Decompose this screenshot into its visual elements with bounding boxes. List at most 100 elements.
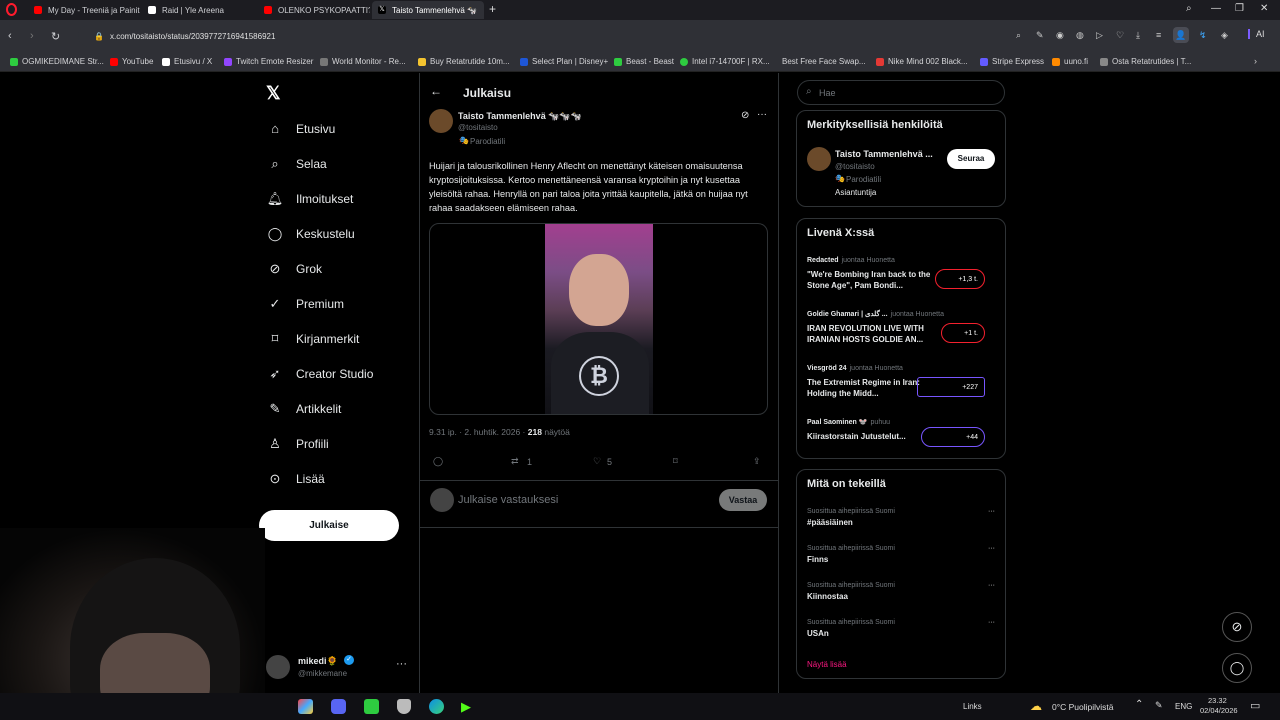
trend-item[interactable]: Suosittua aihepiirissä Suomi USAn ··· [807, 619, 995, 638]
bookmark[interactable]: Osta Retatrutides | T... [1100, 57, 1191, 66]
post-more-icon[interactable]: ··· [757, 109, 767, 120]
author-name[interactable]: Taisto Tammenlehvä 🐄🐄🐄 [458, 111, 582, 122]
shield-icon[interactable] [397, 699, 411, 714]
live-space-item[interactable]: Paal Saominen 🐭 puhuu Kiirastorstain Jut… [807, 415, 995, 455]
bookmark[interactable]: Twitch Emote Resizer [224, 57, 313, 66]
trend-item[interactable]: Suosittua aihepiirissä Suomi Kiinnostaa … [807, 582, 995, 601]
edge-icon[interactable] [429, 699, 444, 714]
download-icon[interactable]: ⤓ [1136, 30, 1140, 41]
new-tab-icon[interactable]: + [489, 2, 496, 16]
ai-icon[interactable]: AI [1248, 29, 1265, 39]
messages-float-icon[interactable]: ◯ [1222, 653, 1252, 683]
browser-tab[interactable]: OLENKO PSYKOPAATTI? f... [258, 1, 370, 19]
bookmark[interactable]: OGMIKEDIMANE Str... [10, 57, 104, 66]
x-logo-icon[interactable]: 𝕏 [266, 83, 281, 104]
discord-icon[interactable] [331, 699, 346, 714]
bookmark[interactable]: Select Plan | Disney+ [520, 57, 608, 66]
tray-chevron-icon[interactable]: ⌃ [1135, 699, 1143, 710]
sidebar-item-bookmarks[interactable]: ⌑ Kirjanmerkit [266, 331, 360, 347]
reload-icon[interactable]: ↻ [51, 30, 60, 43]
more-bookmarks-icon[interactable]: › [1254, 56, 1257, 66]
sidebar-item-messages[interactable]: ◯ Keskustelu [266, 226, 355, 242]
back-arrow-icon[interactable]: ← [430, 84, 442, 98]
sidebar-item-creator-studio[interactable]: ➶ Creator Studio [266, 366, 374, 382]
more-options-icon[interactable]: ··· [396, 658, 407, 670]
person-handle[interactable]: @tositaisto [835, 162, 875, 171]
play-icon[interactable]: ▷ [1096, 30, 1103, 41]
vpn-icon[interactable]: ◍ [1076, 30, 1084, 41]
trend-more-icon[interactable]: ··· [988, 582, 995, 589]
notification-icon[interactable]: ▭ [1250, 699, 1260, 712]
app-icon[interactable] [298, 699, 313, 714]
sidebar-item-profile[interactable]: ♙ Profiili [266, 436, 329, 452]
sidebar-item-grok[interactable]: ⊘ Grok [266, 261, 322, 277]
bookmark-icon[interactable]: ⌑ [673, 456, 678, 467]
repost-icon[interactable]: ⇄ [511, 456, 519, 467]
kick-icon[interactable]: ▶ [461, 699, 471, 715]
weather-text[interactable]: 0°C Puolipilvistä [1052, 702, 1114, 712]
sidebar-item-notifications[interactable]: 🔔︎ Ilmoitukset [266, 191, 354, 207]
bookmark[interactable]: YouTube [110, 57, 153, 66]
trend-more-icon[interactable]: ··· [988, 619, 995, 626]
profile-icon[interactable]: 👤 [1173, 27, 1189, 43]
post-video[interactable]: ₿ [545, 224, 653, 414]
close-window-icon[interactable]: ✕ [1260, 3, 1268, 14]
reply-input[interactable]: Julkaise vastauksesi [458, 494, 558, 506]
pen-icon[interactable]: ✎ [1155, 700, 1163, 711]
sidebar-item-articles[interactable]: ✎ Artikkelit [266, 401, 342, 417]
trend-more-icon[interactable]: ··· [988, 545, 995, 552]
menu-icon[interactable]: ≡ [1156, 30, 1161, 40]
share-icon[interactable]: ⇪ [753, 456, 761, 467]
trend-item[interactable]: Suosittua aihepiirissä Suomi Finns ··· [807, 545, 995, 564]
maximize-icon[interactable]: ❐ [1235, 3, 1244, 14]
grok-explain-icon[interactable]: ⊘ [741, 110, 749, 121]
sidebar-item-premium[interactable]: ✓ Premium [266, 296, 344, 312]
like-icon[interactable]: ♡ [593, 456, 601, 467]
bookmark[interactable]: Etusivu / X [162, 57, 212, 66]
author-avatar[interactable] [429, 109, 453, 133]
reply-icon[interactable]: ◯ [433, 456, 443, 467]
bookmark[interactable]: Stripe Express [980, 57, 1044, 66]
language-indicator[interactable]: ENG [1175, 702, 1192, 711]
snapshot-icon[interactable]: ◉ [1056, 30, 1064, 41]
search-bar[interactable]: ⌕ Hae [797, 80, 1005, 105]
bookmark[interactable]: Intel i7-14700F | RX... [680, 57, 770, 66]
minimize-icon[interactable]: — [1211, 3, 1221, 14]
links-toolbar[interactable]: Links [963, 702, 982, 711]
close-tab-icon[interactable]: ✕ [477, 6, 484, 15]
bookmark[interactable]: Nike Mind 002 Black... [876, 57, 968, 66]
browser-tab[interactable]: My Day - Treeniä ja Painit... [28, 1, 140, 19]
trend-more-icon[interactable]: ··· [988, 508, 995, 515]
post-button[interactable]: Julkaise [259, 510, 399, 541]
cube-icon[interactable]: ◈ [1221, 30, 1228, 41]
show-more-link[interactable]: Näytä lisää [807, 660, 847, 669]
browser-tab-active[interactable]: 𝕏 Taisto Tammenlehvä 🐄 ✕ [372, 1, 484, 19]
bookmark[interactable]: Best Free Face Swap... [782, 57, 866, 66]
person-name[interactable]: Taisto Tammenlehvä ... [835, 149, 933, 159]
sidebar-item-more[interactable]: ⊙ Lisää [266, 471, 325, 487]
forward-icon[interactable]: › [30, 30, 34, 42]
back-icon[interactable]: ‹ [8, 30, 12, 42]
person-avatar[interactable] [807, 147, 831, 171]
sidebar-item-explore[interactable]: ⌕ Selaa [266, 156, 326, 172]
post-timestamp[interactable]: 9.31 ip. · 2. huhtik. 2026 · [429, 427, 525, 437]
edit-icon[interactable]: ✎ [1036, 30, 1044, 41]
extension-icon[interactable]: ↯ [1199, 30, 1207, 41]
search-tabs-icon[interactable]: ⌕ [1186, 3, 1192, 14]
account-switcher[interactable]: mikedi🌻 ✓ @mikkemane ··· [266, 651, 411, 683]
post-media-container[interactable]: ₿ [429, 223, 768, 415]
bookmark[interactable]: Beast - Beast [614, 57, 674, 66]
opera-logo-icon[interactable] [6, 3, 17, 16]
url-field[interactable]: 🔒 x.com/tositaisto/status/20397727169415… [78, 25, 1248, 47]
author-handle[interactable]: @tositaisto [458, 123, 498, 132]
live-space-item[interactable]: Redacted juontaa Huonetta "We're Bombing… [807, 253, 995, 299]
clock-date[interactable]: 02/04/2026 [1200, 706, 1238, 715]
bookmark[interactable]: uuno.fi [1052, 57, 1088, 66]
trend-item[interactable]: Suosittua aihepiirissä Suomi #pääsiäinen… [807, 508, 995, 527]
follow-button[interactable]: Seuraa [947, 149, 995, 169]
live-space-item[interactable]: Viesgröd 24 juontaa Huonetta The Extremi… [807, 361, 995, 407]
sidebar-item-home[interactable]: ⌂ Etusivu [266, 121, 335, 136]
bookmark[interactable]: Buy Retatrutide 10m... [418, 57, 510, 66]
reply-button[interactable]: Vastaa [719, 489, 767, 511]
live-space-item[interactable]: Goldie Ghamari | گلدی ... juontaa Huonet… [807, 307, 995, 353]
